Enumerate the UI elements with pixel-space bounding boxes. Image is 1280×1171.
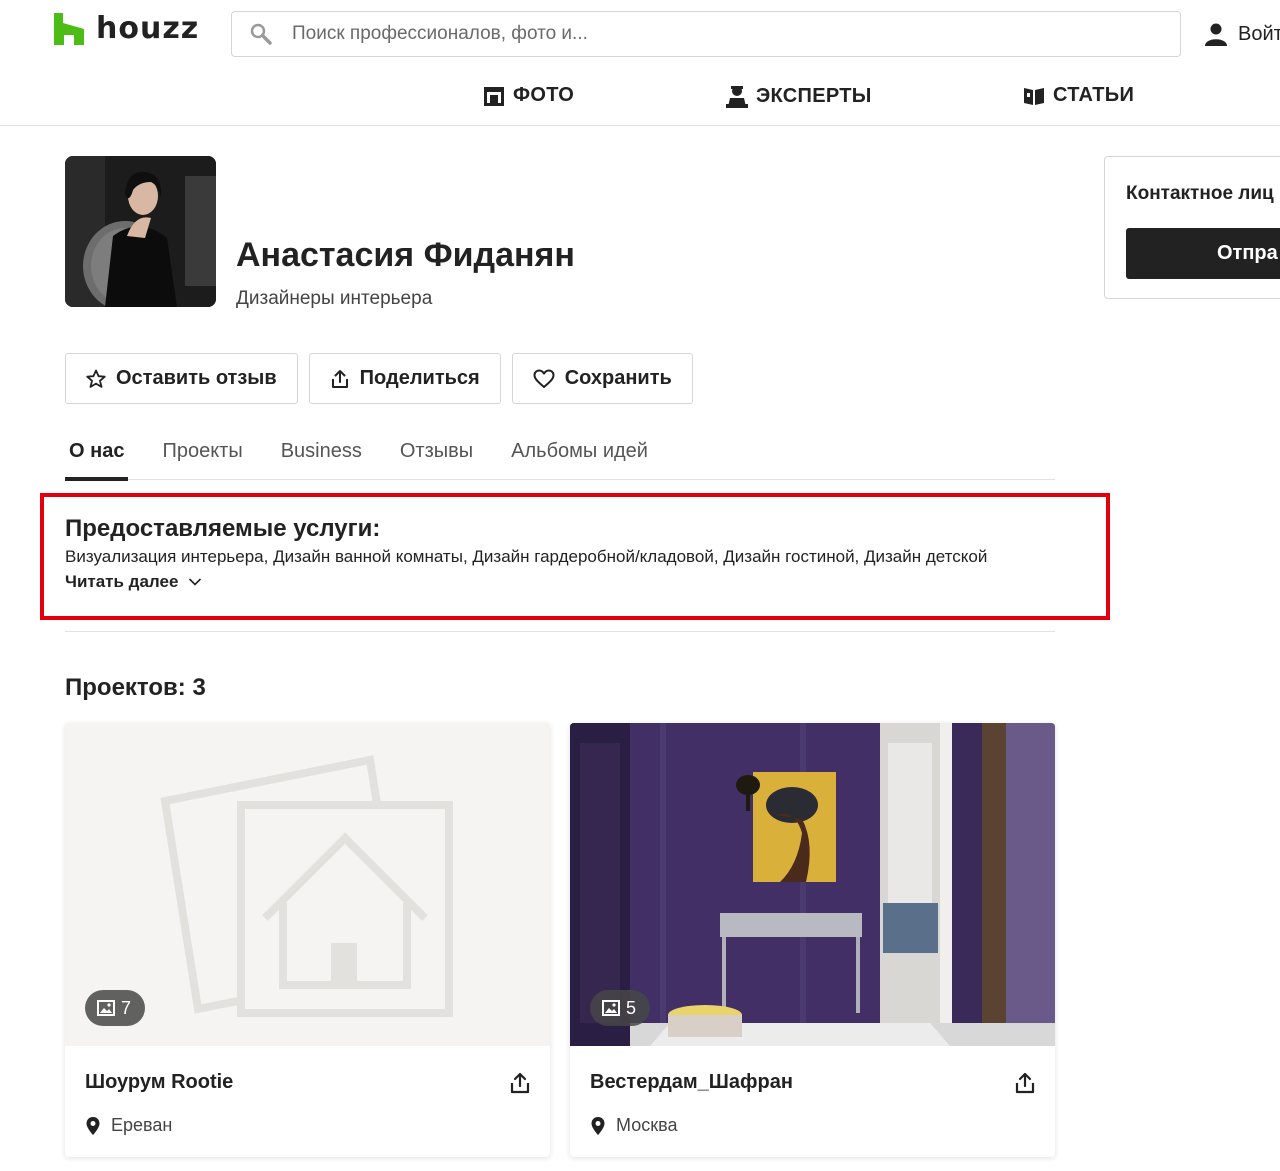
tab-reviews[interactable]: Отзывы — [396, 440, 477, 480]
nav-item-articles[interactable]: СТАТЬИ — [1023, 84, 1134, 107]
profile-tabs: О нас Проекты Business Отзывы Альбомы ид… — [65, 440, 1055, 481]
share-button[interactable]: Поделиться — [308, 353, 501, 404]
avatar — [65, 156, 216, 307]
project-location-label: Ереван — [111, 1115, 173, 1135]
services-section: Предоставляемые услуги: Визуализация инт… — [40, 493, 1110, 620]
nav-item-photo[interactable]: ФОТО — [483, 84, 574, 107]
project-title[interactable]: Шоурум Rootie — [85, 1071, 233, 1094]
search-bar[interactable] — [231, 11, 1181, 57]
houzz-logo-icon — [54, 13, 84, 45]
logo-text: houzz — [96, 11, 200, 46]
share-label: Поделиться — [359, 367, 480, 389]
header: houzz Войт — [0, 0, 1280, 70]
chevron-down-icon — [189, 578, 202, 586]
search-icon — [250, 23, 272, 45]
photo-count-badge: 5 — [590, 990, 651, 1026]
project-card[interactable]: 7 Шоурум Rootie Ереван — [65, 723, 550, 1157]
project-card[interactable]: 5 Вестердам_Шафран Москва — [570, 723, 1055, 1157]
main-nav: ФОТО ЭКСПЕРТЫ СТАТЬИ — [0, 70, 1280, 126]
tab-about[interactable]: О нас — [65, 440, 129, 481]
save-label: Сохранить — [564, 367, 672, 389]
tab-idea-albums[interactable]: Альбомы идей — [507, 440, 652, 480]
project-location: Ереван — [85, 1115, 172, 1136]
save-button[interactable]: Сохранить — [511, 353, 693, 404]
nav-label-experts: ЭКСПЕРТЫ — [756, 84, 872, 107]
services-title: Предоставляемые услуги: — [65, 515, 381, 542]
nav-label-photo: ФОТО — [513, 84, 575, 106]
book-icon — [1024, 87, 1044, 105]
expert-icon — [726, 86, 748, 108]
profile-category: Дизайнеры интерьера — [236, 288, 433, 309]
project-location: Москва — [590, 1115, 677, 1136]
share-icon[interactable] — [508, 1071, 532, 1095]
star-icon — [86, 369, 106, 388]
profile-name: Анастасия Фиданян — [236, 236, 575, 274]
leave-review-button[interactable]: Оставить отзыв — [65, 353, 298, 404]
photo-icon — [484, 86, 504, 106]
read-more-label: Читать далее — [65, 572, 179, 591]
services-text: Визуализация интерьера, Дизайн ванной ко… — [65, 547, 988, 566]
profile-actions: Оставить отзыв Поделиться Сохранить — [65, 353, 693, 404]
send-message-button[interactable]: Отпра — [1126, 228, 1280, 279]
photo-count-badge: 7 — [85, 990, 146, 1026]
project-location-label: Москва — [616, 1115, 678, 1135]
nav-item-experts[interactable]: ЭКСПЕРТЫ — [726, 84, 872, 108]
read-more-link[interactable]: Читать далее — [65, 572, 202, 592]
nav-label-articles: СТАТЬИ — [1053, 84, 1135, 106]
avatar-photo — [65, 156, 216, 307]
image-icon — [602, 1000, 620, 1016]
login-link[interactable]: Войт — [1204, 22, 1280, 46]
section-divider — [65, 631, 1055, 632]
project-title[interactable]: Вестердам_Шафран — [590, 1071, 793, 1094]
search-input[interactable] — [292, 23, 1152, 45]
tab-business[interactable]: Business — [277, 440, 366, 480]
tab-projects[interactable]: Проекты — [158, 440, 246, 480]
login-label: Войт — [1238, 22, 1280, 45]
share-icon — [331, 369, 348, 388]
photo-count: 5 — [626, 997, 637, 1018]
share-icon[interactable] — [1013, 1071, 1037, 1095]
heart-icon — [533, 369, 555, 388]
location-pin-icon — [86, 1116, 100, 1135]
contact-panel: Контактное лиц Отпра — [1104, 156, 1280, 299]
location-pin-icon — [591, 1116, 605, 1135]
photo-count: 7 — [121, 997, 132, 1018]
contact-title: Контактное лиц — [1126, 183, 1274, 204]
user-icon — [1205, 23, 1227, 46]
leave-review-label: Оставить отзыв — [116, 367, 277, 389]
projects-count-title: Проектов: 3 — [65, 674, 206, 701]
image-icon — [97, 1000, 115, 1016]
houzz-logo[interactable]: houzz — [54, 12, 199, 46]
